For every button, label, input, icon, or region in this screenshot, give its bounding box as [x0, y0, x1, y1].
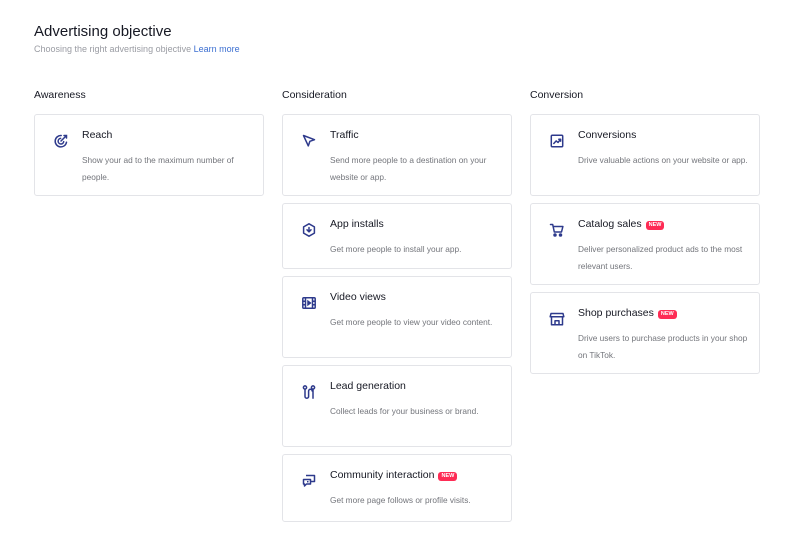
objective-name: Reach — [82, 129, 113, 141]
page-subtitle: Choosing the right advertising objective… — [34, 44, 240, 54]
objective-description: Deliver personalized product ads to the … — [578, 244, 743, 271]
column-heading-awareness: Awareness — [34, 89, 86, 101]
lead-icon — [301, 384, 317, 400]
objective-card-video-views[interactable]: Video views Get more people to view your… — [282, 276, 512, 358]
shop-icon — [549, 311, 565, 327]
new-badge: NEW — [657, 310, 677, 319]
conversion-column: Conversion Conversions Drive valuable ac… — [530, 89, 760, 381]
objective-name-text: Shop purchases — [578, 307, 654, 319]
objective-description: Get more page follows or profile visits. — [330, 495, 471, 505]
objective-name: Community interaction NEW — [330, 469, 458, 481]
objective-name-text: Community interaction — [330, 469, 435, 481]
objective-name: Video views — [330, 291, 386, 303]
consideration-column: Consideration Traffic Send more people t… — [282, 89, 512, 529]
objective-card-traffic[interactable]: Traffic Send more people to a destinatio… — [282, 114, 512, 196]
objective-card-shop-purchases[interactable]: Shop purchases NEW Drive users to purchas… — [530, 292, 760, 374]
objective-description: Drive users to purchase products in your… — [578, 333, 748, 360]
objective-description: Show your ad to the maximum number of pe… — [82, 155, 234, 182]
community-icon — [301, 473, 317, 489]
objective-card-community-interaction[interactable]: Community interaction NEW Get more page f… — [282, 454, 512, 522]
objective-name: Traffic — [330, 129, 359, 141]
objective-name: App installs — [330, 218, 384, 230]
cursor-icon — [301, 133, 317, 149]
objective-card-catalog-sales[interactable]: Catalog sales NEW Deliver personalized pr… — [530, 203, 760, 285]
page-title: Advertising objective — [34, 23, 172, 40]
objective-card-lead-generation[interactable]: Lead generation Collect leads for your b… — [282, 365, 512, 447]
learn-more-link[interactable]: Learn more — [194, 44, 240, 54]
app-install-icon — [301, 222, 317, 238]
column-heading-conversion: Conversion — [530, 89, 584, 101]
new-badge: NEW — [438, 472, 458, 481]
objective-card-conversions[interactable]: Conversions Drive valuable actions on yo… — [530, 114, 760, 196]
objective-card-reach[interactable]: Reach Show your ad to the maximum number… — [34, 114, 264, 196]
new-badge: NEW — [645, 221, 665, 230]
objective-description: Collect leads for your business or brand… — [330, 406, 479, 416]
column-heading-consideration: Consideration — [282, 89, 347, 101]
video-icon — [301, 295, 317, 311]
objective-name: Shop purchases NEW — [578, 307, 677, 319]
objective-name: Conversions — [578, 129, 637, 141]
objective-name-text: Catalog sales — [578, 218, 642, 230]
objective-description: Send more people to a destination on you… — [330, 155, 487, 182]
cart-icon — [549, 222, 565, 238]
objective-description: Get more people to install your app. — [330, 244, 462, 254]
objective-name: Catalog sales NEW — [578, 218, 665, 230]
subtitle-text: Choosing the right advertising objective — [34, 44, 192, 54]
objective-description: Drive valuable actions on your website o… — [578, 155, 748, 165]
reach-icon — [53, 133, 69, 149]
objective-description: Get more people to view your video conte… — [330, 317, 493, 327]
objective-card-app-installs[interactable]: App installs Get more people to install … — [282, 203, 512, 269]
conversions-icon — [549, 133, 565, 149]
awareness-column: Awareness Reach Show your ad to the maxi… — [34, 89, 264, 203]
objective-name: Lead generation — [330, 380, 406, 392]
